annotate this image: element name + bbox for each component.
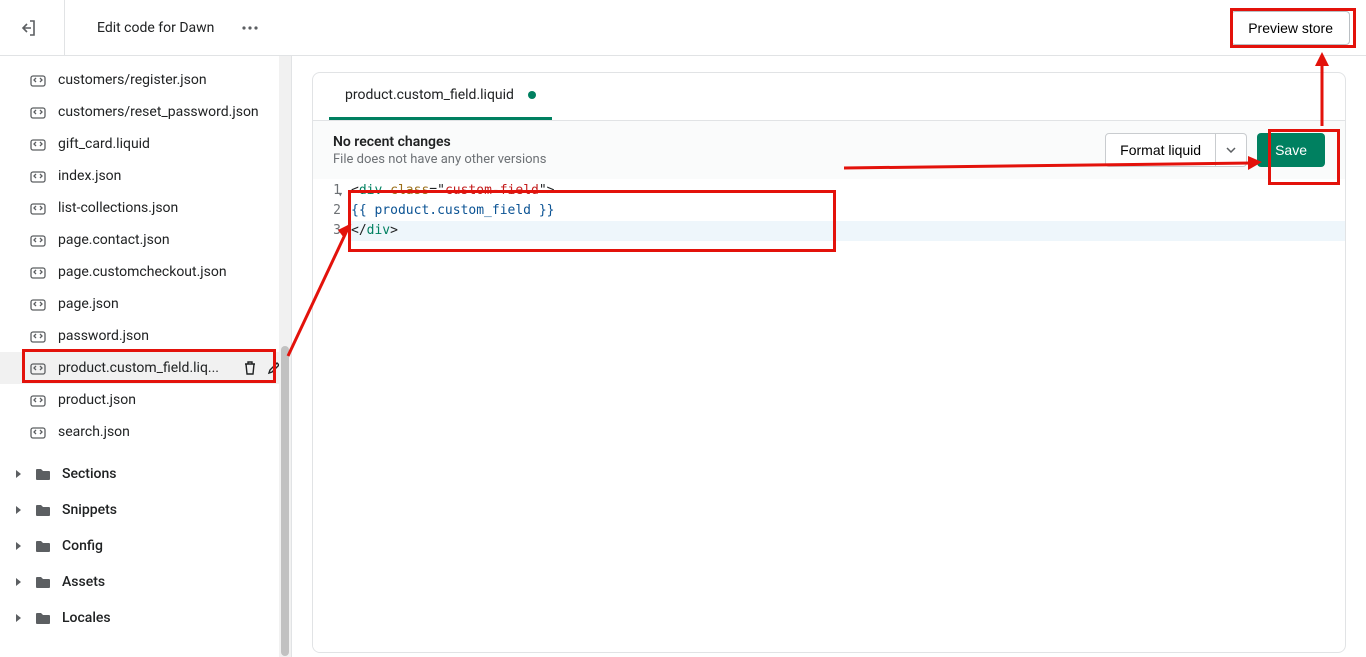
folder-icon (34, 465, 52, 483)
format-button-group: Format liquid (1105, 133, 1247, 167)
code-file-icon (28, 230, 48, 250)
folder-item-locales[interactable]: Locales (0, 600, 291, 636)
file-label: list-collections.json (58, 200, 283, 216)
more-menu[interactable] (238, 16, 262, 40)
preview-store-button[interactable]: Preview store (1231, 11, 1350, 45)
main-layout: customers/register.json customers/reset_p… (0, 56, 1366, 657)
line-gutter: 1▾ 2 3 (313, 179, 347, 652)
changes-title: No recent changes (333, 134, 546, 150)
code-line-3[interactable]: </div> (351, 221, 1345, 241)
file-label: page.json (58, 296, 283, 312)
file-label: gift_card.liquid (58, 136, 283, 152)
code-file-icon (28, 326, 48, 346)
exit-icon (18, 18, 38, 38)
file-label: page.customcheckout.json (58, 264, 283, 280)
chevron-right-icon (12, 576, 24, 588)
folder-item-snippets[interactable]: Snippets (0, 492, 291, 528)
app-header: Edit code for Dawn Preview store (0, 0, 1366, 56)
code-line-2[interactable]: {{ product.custom_field }} (351, 201, 1345, 221)
folder-label: Locales (62, 610, 111, 626)
sidebar-scrollbar-track[interactable] (279, 56, 291, 657)
gutter-3: 3 (313, 221, 341, 241)
editor-tabs: product.custom_field.liquid (313, 73, 1345, 121)
file-item-4[interactable]: list-collections.json (0, 192, 291, 224)
header-left: Edit code for Dawn (16, 0, 262, 56)
format-dropdown[interactable] (1216, 133, 1247, 167)
file-item-11[interactable]: search.json (0, 416, 291, 448)
editor-panel: product.custom_field.liquid No recent ch… (292, 56, 1366, 657)
code-file-icon (28, 422, 48, 442)
chevron-right-icon (12, 504, 24, 516)
file-label: product.custom_field.liq... (58, 360, 231, 376)
page-title: Edit code for Dawn (97, 20, 214, 36)
folder-label: Sections (62, 466, 116, 482)
file-label: customers/reset_password.json (58, 104, 283, 120)
delete-file-icon[interactable] (241, 359, 259, 377)
file-item-8[interactable]: password.json (0, 320, 291, 352)
file-label: index.json (58, 168, 283, 184)
file-item-5[interactable]: page.contact.json (0, 224, 291, 256)
code-file-icon (28, 70, 48, 90)
file-item-1[interactable]: customers/reset_password.json (0, 96, 291, 128)
file-item-6[interactable]: page.customcheckout.json (0, 256, 291, 288)
file-sidebar[interactable]: customers/register.json customers/reset_p… (0, 56, 292, 657)
file-item-7[interactable]: page.json (0, 288, 291, 320)
file-label: search.json (58, 424, 283, 440)
folder-label: Assets (62, 574, 105, 590)
code-lines[interactable]: <div class="custom-field"> {{ product.cu… (347, 179, 1345, 652)
chevron-right-icon (12, 540, 24, 552)
folder-icon (34, 573, 52, 591)
folder-item-config[interactable]: Config (0, 528, 291, 564)
file-label: password.json (58, 328, 283, 344)
code-file-icon (28, 358, 48, 378)
code-file-icon (28, 294, 48, 314)
code-editor[interactable]: 1▾ 2 3 <div class="custom-field"> {{ pro… (313, 179, 1345, 652)
file-item-9[interactable]: product.custom_field.liq... (0, 352, 291, 384)
folder-list: Sections Snippets Config Assets Locales (0, 456, 291, 636)
gutter-1: 1▾ (313, 181, 341, 201)
file-item-3[interactable]: index.json (0, 160, 291, 192)
toolbar-right: Format liquid Save (1105, 133, 1325, 167)
file-item-2[interactable]: gift_card.liquid (0, 128, 291, 160)
folder-item-assets[interactable]: Assets (0, 564, 291, 600)
sidebar-scrollbar-thumb[interactable] (281, 346, 289, 656)
code-file-icon (28, 262, 48, 282)
file-list: customers/register.json customers/reset_p… (0, 56, 291, 456)
dots-icon (242, 26, 258, 30)
code-file-icon (28, 102, 48, 122)
back-button[interactable] (16, 16, 40, 40)
folder-icon (34, 609, 52, 627)
file-item-0[interactable]: customers/register.json (0, 64, 291, 96)
file-item-10[interactable]: product.json (0, 384, 291, 416)
save-button[interactable]: Save (1257, 133, 1325, 167)
editor-toolbar: No recent changes File does not have any… (313, 121, 1345, 179)
file-actions (241, 359, 283, 377)
chevron-right-icon (12, 468, 24, 480)
toolbar-left: No recent changes File does not have any… (333, 134, 546, 167)
folder-icon (34, 501, 52, 519)
unsaved-indicator (528, 91, 536, 99)
code-file-icon (28, 166, 48, 186)
tab-product-custom-field[interactable]: product.custom_field.liquid (329, 73, 552, 120)
chevron-right-icon (12, 612, 24, 624)
folder-icon (34, 537, 52, 555)
gutter-2: 2 (313, 201, 341, 221)
folder-label: Snippets (62, 502, 117, 518)
format-liquid-button[interactable]: Format liquid (1105, 133, 1216, 167)
folder-item-sections[interactable]: Sections (0, 456, 291, 492)
file-label: customers/register.json (58, 72, 283, 88)
code-file-icon (28, 198, 48, 218)
header-divider (64, 0, 65, 56)
file-label: product.json (58, 392, 283, 408)
code-file-icon (28, 134, 48, 154)
code-file-icon (28, 390, 48, 410)
changes-subtitle: File does not have any other versions (333, 152, 546, 167)
chevron-down-icon (1226, 147, 1236, 153)
folder-label: Config (62, 538, 103, 554)
tab-label: product.custom_field.liquid (345, 87, 514, 103)
code-line-1[interactable]: <div class="custom-field"> (351, 181, 1345, 201)
file-label: page.contact.json (58, 232, 283, 248)
editor-card: product.custom_field.liquid No recent ch… (312, 72, 1346, 653)
